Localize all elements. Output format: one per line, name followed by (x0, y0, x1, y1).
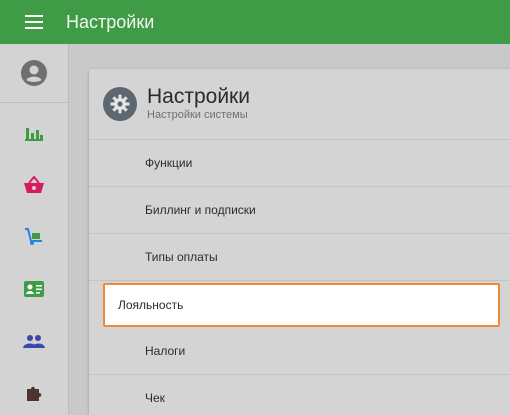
settings-item-payment-types[interactable]: Типы оплаты (89, 234, 510, 281)
bar-chart-icon (25, 128, 43, 141)
contact-card-icon (24, 281, 44, 297)
settings-item-billing[interactable]: Биллинг и подписки (89, 187, 510, 234)
page-title: Настройки (147, 85, 250, 108)
hamburger-menu-icon[interactable] (12, 0, 56, 44)
sidebar-item-employees[interactable] (0, 315, 68, 367)
settings-item-label: Налоги (145, 344, 186, 358)
sidebar-item-apps[interactable] (0, 367, 68, 415)
sidebar-item-sales[interactable] (0, 159, 68, 211)
app-title: Настройки (66, 11, 155, 32)
panel-header: Настройки Настройки системы (89, 69, 510, 140)
sidebar-item-inventory[interactable] (0, 211, 68, 263)
settings-item-label: Биллинг и подписки (145, 203, 256, 217)
puzzle-icon (27, 386, 42, 401)
shopping-basket-icon (24, 176, 44, 193)
settings-panel: Настройки Настройки системы Функции Билл… (89, 69, 510, 415)
top-app-bar: Настройки (0, 0, 510, 44)
settings-item-taxes[interactable]: Налоги (89, 328, 510, 375)
settings-item-label: Функции (145, 156, 193, 170)
page-subtitle: Настройки системы (147, 109, 248, 121)
settings-item-loyalty[interactable]: Лояльность (103, 283, 500, 327)
settings-item-label: Лояльность (118, 298, 184, 312)
sidebar-item-customers[interactable] (0, 263, 68, 315)
people-icon (23, 335, 45, 348)
account-circle-icon[interactable] (0, 44, 68, 103)
settings-item-label: Типы оплаты (145, 250, 218, 264)
sidebar-item-reports[interactable] (0, 107, 68, 159)
settings-item-functions[interactable]: Функции (89, 140, 510, 187)
gear-icon (103, 87, 137, 121)
app-window: Настройки Настройки Настройки системы Фу… (0, 0, 510, 415)
hand-truck-icon (25, 228, 42, 245)
settings-item-receipt[interactable]: Чек (89, 375, 510, 415)
sidebar (0, 44, 69, 415)
settings-item-label: Чек (145, 391, 165, 405)
